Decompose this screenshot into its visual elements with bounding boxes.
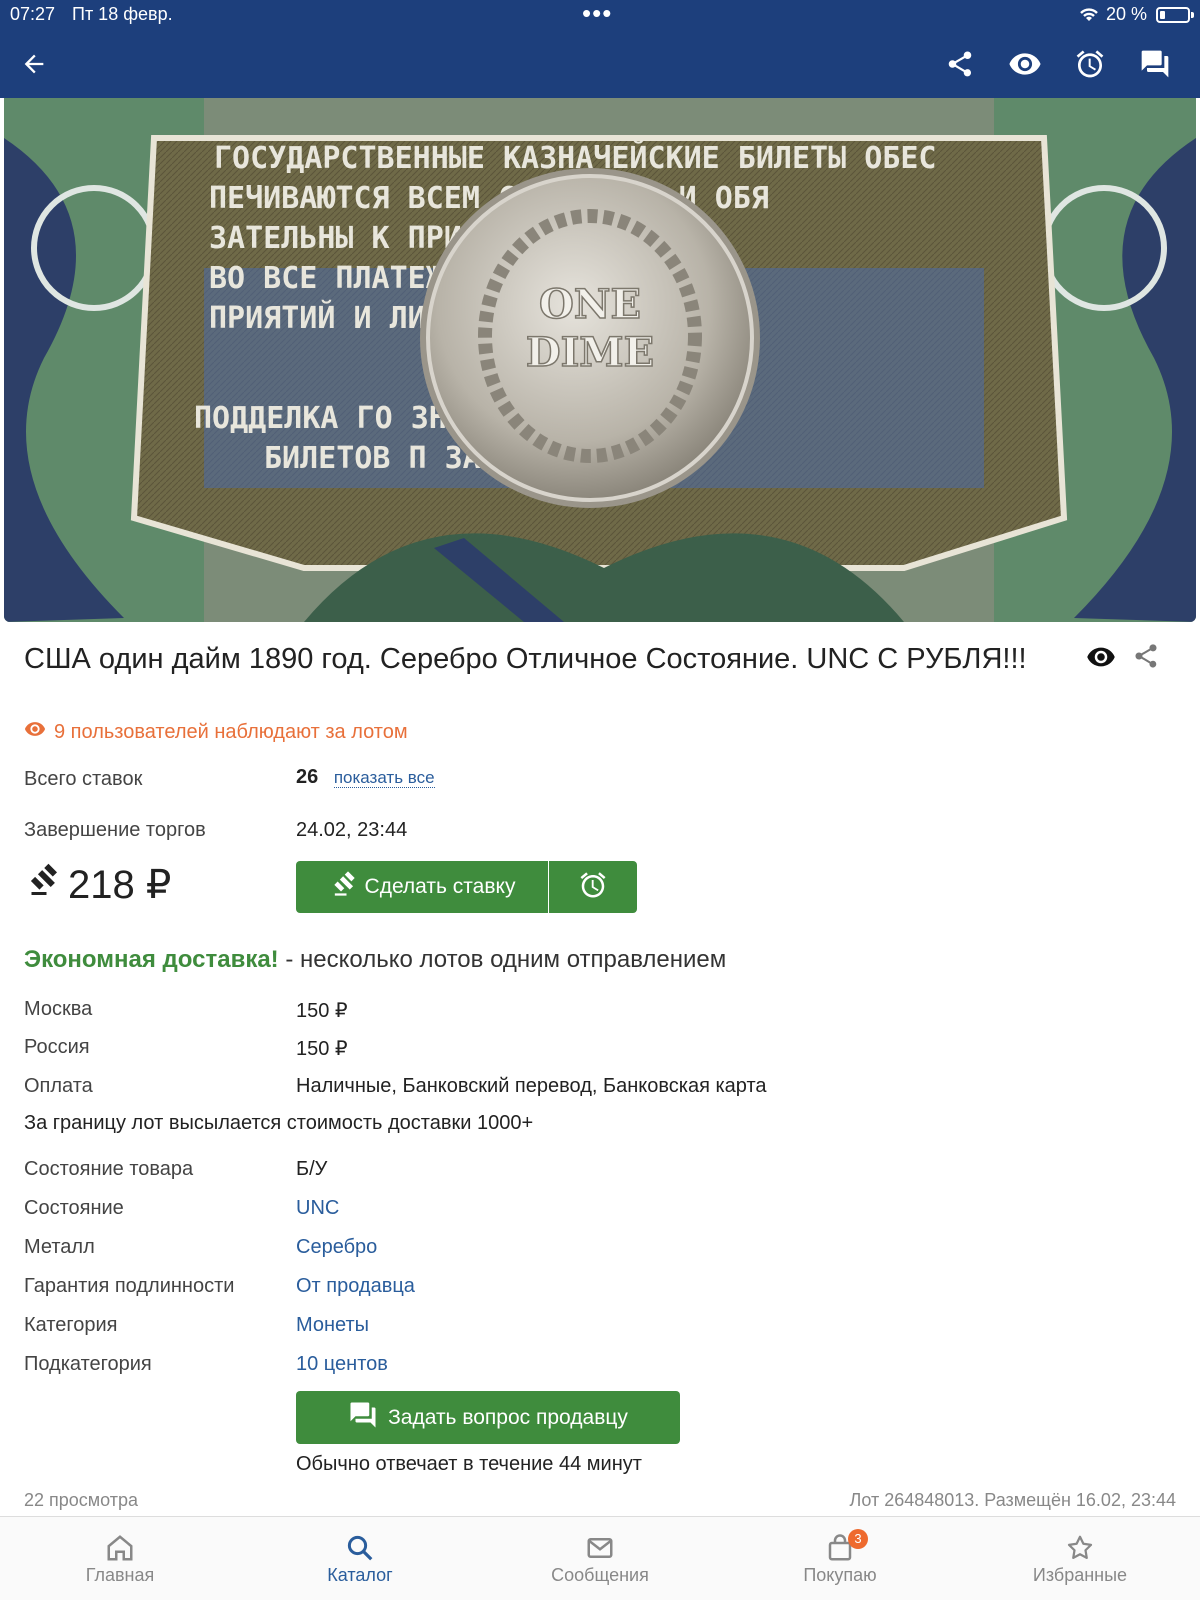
tab-home-label: Главная bbox=[85, 1565, 155, 1585]
place-bid-button[interactable]: Сделать ставку bbox=[296, 861, 548, 913]
payment-label: Оплата bbox=[24, 1075, 93, 1097]
ask-seller-button[interactable]: Задать вопрос продавцу bbox=[296, 1391, 680, 1444]
bag-icon: 3 bbox=[760, 1529, 920, 1565]
economy-delivery-link[interactable]: Экономная доставка! bbox=[24, 946, 279, 973]
auction-end-value: 24.02, 23:44 bbox=[296, 819, 408, 841]
chat-icon[interactable] bbox=[1135, 44, 1175, 84]
status-time: 07:27 bbox=[10, 4, 56, 24]
spec-value-link[interactable]: UNC bbox=[296, 1197, 339, 1220]
battery-icon bbox=[1156, 7, 1190, 23]
wifi-icon bbox=[1078, 6, 1100, 27]
watch-eye-icon[interactable] bbox=[1086, 642, 1116, 677]
tab-favorites-label: Избранные bbox=[1032, 1565, 1128, 1585]
coin-text-one: ONE bbox=[539, 281, 641, 328]
spec-label: Гарантия подлинности bbox=[24, 1275, 235, 1297]
ask-seller-label: Задать вопрос продавцу bbox=[388, 1405, 628, 1429]
mail-icon bbox=[520, 1531, 680, 1565]
share-lot-icon[interactable] bbox=[1132, 642, 1160, 675]
spec-label: Категория bbox=[24, 1314, 118, 1336]
tab-buying[interactable]: 3 Покупаю bbox=[760, 1529, 920, 1586]
delivery-heading: Экономная доставка! - несколько лотов од… bbox=[24, 946, 726, 974]
bottom-tab-bar: Главная Каталог Сообщения 3 Покупаю Избр… bbox=[0, 1516, 1200, 1600]
total-bids-label: Всего ставок bbox=[24, 768, 143, 790]
star-icon bbox=[1000, 1531, 1160, 1565]
notification-badge: 3 bbox=[848, 1529, 868, 1549]
top-toolbar bbox=[0, 30, 1200, 98]
spec-value-link[interactable]: Монеты bbox=[296, 1314, 369, 1337]
lot-title: США один дайм 1890 год. Серебро Отличное… bbox=[24, 643, 1027, 675]
alarm-icon bbox=[578, 870, 608, 905]
status-bar: 07:27 Пт 18 февр. ••• 20 % bbox=[0, 0, 1200, 30]
spec-label: Состояние товара bbox=[24, 1158, 194, 1180]
current-price: 218 ₽ bbox=[24, 862, 171, 908]
spec-label: Состояние bbox=[24, 1197, 124, 1219]
spec-value: Б/У bbox=[296, 1158, 328, 1180]
spec-label: Подкатегория bbox=[24, 1353, 152, 1375]
coin-text-dime: DIME bbox=[526, 329, 654, 376]
watchers-text: 9 пользователей наблюдают за лотом bbox=[54, 720, 408, 743]
back-arrow-icon[interactable] bbox=[14, 44, 54, 84]
lot-info: Лот 264848013. Размещён 16.02, 23:44 bbox=[849, 1490, 1176, 1510]
spec-value-link[interactable]: От продавца bbox=[296, 1275, 415, 1298]
views-count: 22 просмотра bbox=[24, 1490, 139, 1510]
total-bids-value: 26 bbox=[296, 766, 319, 788]
battery-percent: 20 % bbox=[1106, 4, 1148, 24]
alarm-icon[interactable] bbox=[1070, 44, 1110, 84]
watchers-info: 9 пользователей наблюдают за лотом bbox=[24, 718, 408, 746]
delivery-moscow-value: 150 ₽ bbox=[296, 1000, 348, 1022]
tab-messages-label: Сообщения bbox=[551, 1565, 649, 1585]
status-date: Пт 18 февр. bbox=[72, 4, 173, 24]
gavel-icon bbox=[24, 862, 60, 908]
spec-label: Металл bbox=[24, 1236, 95, 1258]
share-icon[interactable] bbox=[940, 44, 980, 84]
show-all-bids-link[interactable]: показать все bbox=[333, 768, 435, 788]
delivery-russia-label: Россия bbox=[24, 1036, 90, 1058]
gavel-icon bbox=[329, 870, 357, 904]
abroad-delivery-note: За границу лот высылается стоимость дост… bbox=[24, 1112, 534, 1134]
total-bids-row: 26 показать все bbox=[296, 766, 435, 789]
reminder-button[interactable] bbox=[549, 861, 637, 913]
chat-icon bbox=[348, 1400, 378, 1436]
auction-end-label: Завершение торгов bbox=[24, 819, 206, 841]
tab-messages[interactable]: Сообщения bbox=[520, 1531, 680, 1586]
tab-home[interactable]: Главная bbox=[40, 1531, 200, 1586]
payment-value: Наличные, Банковский перевод, Банковская… bbox=[296, 1075, 767, 1097]
multitask-dots[interactable]: ••• bbox=[582, 0, 612, 26]
lot-photo[interactable]: ГОСУДАРСТВЕННЫЕ КАЗНАЧЕЙСКИЕ БИЛЕТЫ ОБЕС… bbox=[4, 98, 1196, 622]
tab-catalog[interactable]: Каталог bbox=[280, 1531, 440, 1586]
tab-buying-label: Покупаю bbox=[803, 1565, 877, 1585]
price-value: 218 ₽ bbox=[68, 863, 172, 907]
eye-icon[interactable] bbox=[1005, 44, 1045, 84]
spec-value-link[interactable]: Серебро bbox=[296, 1236, 377, 1259]
seller-reply-time: Обычно отвечает в течение 44 минут bbox=[296, 1453, 642, 1475]
home-icon bbox=[40, 1531, 200, 1565]
delivery-russia-value: 150 ₽ bbox=[296, 1038, 348, 1060]
watchers-eye-icon bbox=[24, 718, 46, 746]
tab-favorites[interactable]: Избранные bbox=[1000, 1531, 1160, 1586]
search-icon bbox=[280, 1531, 440, 1565]
tab-catalog-label: Каталог bbox=[327, 1565, 393, 1585]
place-bid-label: Сделать ставку bbox=[364, 875, 516, 898]
delivery-moscow-label: Москва bbox=[24, 998, 93, 1020]
spec-value-link[interactable]: 10 центов bbox=[296, 1353, 388, 1376]
delivery-heading-text: - несколько лотов одним отправлением bbox=[278, 946, 727, 973]
